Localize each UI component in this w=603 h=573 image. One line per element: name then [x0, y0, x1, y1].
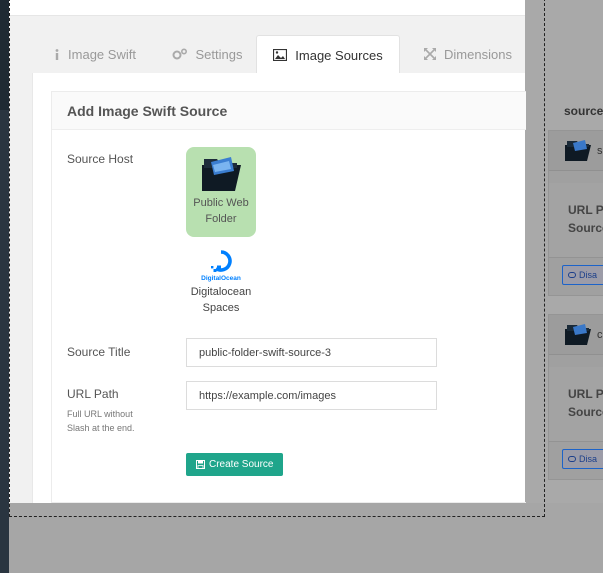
- source-card: s URL P Source Disa: [548, 130, 603, 296]
- source-card-field-label: URL P: [568, 203, 603, 217]
- digitalocean-logo: DigitalOcean: [201, 250, 241, 282]
- host-name-2: Spaces: [202, 302, 240, 314]
- cogs-icon: [172, 48, 188, 60]
- source-card: c URL P Source Disa: [548, 314, 603, 480]
- folder-icon: [202, 157, 241, 191]
- toggle-icon: [568, 272, 576, 278]
- panel-top-bar: [9, 0, 525, 16]
- host-name: Digitalocean: [190, 286, 252, 298]
- source-card-field-label-2: Source: [568, 405, 603, 419]
- url-path-hint: Full URL without Slash at the end.: [67, 409, 135, 433]
- tab-image-sources[interactable]: Image Sources: [256, 35, 400, 74]
- folder-icon: [565, 139, 591, 161]
- host-name: Public Web: [193, 197, 249, 209]
- svg-text:DigitalOcean: DigitalOcean: [201, 275, 241, 282]
- overlay-backdrop-bottom: [9, 503, 603, 573]
- url-path-label: URL Path: [67, 387, 119, 401]
- sidebar-strip-lower: [0, 110, 9, 573]
- host-option-public-web-folder[interactable]: Public Web Folder: [186, 147, 256, 237]
- tab-settings[interactable]: Settings: [165, 35, 249, 73]
- source-card-name: c: [597, 328, 603, 341]
- disable-source-button[interactable]: Disa: [562, 265, 603, 285]
- main-panel: Image Swift Settings Image Sources Dimen…: [9, 0, 526, 503]
- card-heading: Add Image Swift Source: [52, 92, 526, 130]
- info-icon: [54, 48, 60, 60]
- sources-panel-title: sources: [564, 104, 603, 118]
- folder-icon: [565, 323, 591, 345]
- tab-content: Add Image Swift Source Source Host Publi…: [32, 73, 526, 503]
- tab-dimensions[interactable]: Dimensions: [419, 35, 517, 73]
- tab-bar: Image Swift Settings Image Sources Dimen…: [9, 35, 525, 74]
- source-card-field-label: URL P: [568, 387, 603, 401]
- tab-image-swift[interactable]: Image Swift: [47, 35, 143, 73]
- create-source-button[interactable]: Create Source: [186, 453, 284, 476]
- source-title-label: Source Title: [67, 345, 131, 359]
- source-host-label: Source Host: [67, 152, 134, 166]
- expand-icon: [424, 48, 437, 60]
- toggle-icon: [568, 456, 576, 462]
- add-source-card: Add Image Swift Source Source Host Publi…: [51, 91, 526, 503]
- host-option-digitalocean-spaces[interactable]: DigitalOcean Digitalocean Spaces: [186, 250, 256, 320]
- source-title-input[interactable]: [186, 338, 437, 367]
- image-icon: [273, 49, 288, 61]
- url-path-input[interactable]: [186, 381, 437, 410]
- host-name-2: Folder: [205, 213, 237, 225]
- disable-source-button[interactable]: Disa: [562, 449, 603, 469]
- source-card-field-label-2: Source: [568, 221, 603, 235]
- save-icon: [196, 460, 205, 469]
- source-card-name: s: [597, 144, 603, 157]
